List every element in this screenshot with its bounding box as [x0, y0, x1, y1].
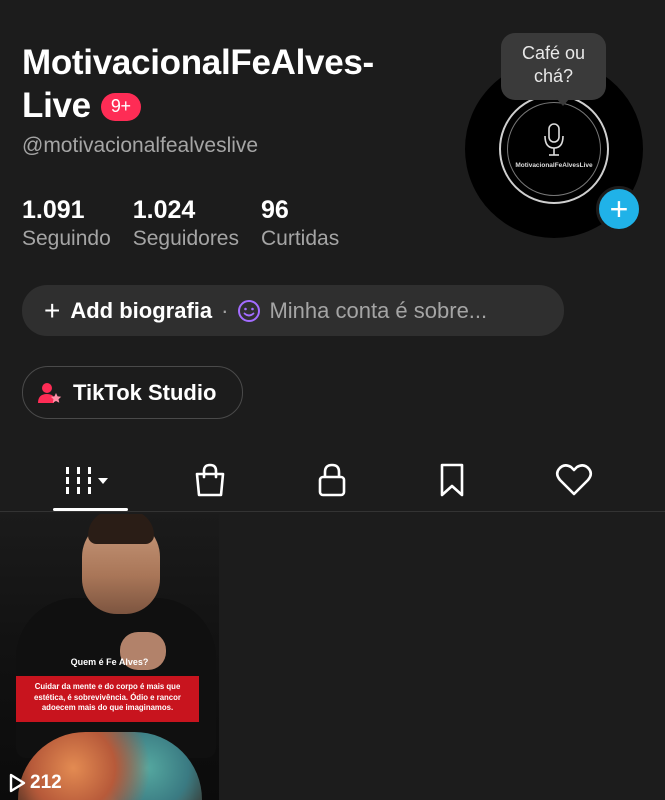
stat-followers-label: Seguidores — [132, 226, 239, 250]
microphone-icon — [544, 123, 564, 156]
note-bubble-tail — [556, 98, 570, 106]
active-tab-indicator — [53, 508, 128, 511]
videos-grid-icon — [65, 466, 108, 494]
tiktok-studio-label: TikTok Studio — [73, 379, 217, 405]
notification-badge[interactable]: 9+ — [100, 93, 141, 121]
tab-saved[interactable] — [422, 448, 482, 511]
video-person-hair — [88, 514, 154, 544]
tab-shop[interactable] — [180, 448, 240, 511]
video-views-count: 212 — [30, 772, 62, 793]
video-caption: Cuidar da mente e do corpo é mais que es… — [16, 676, 199, 722]
profile-name-line1: MotivacionalFeAlves- — [22, 43, 374, 82]
video-title: Quem é Fe Alves? — [70, 657, 149, 667]
profile-stats: 1.091 Seguindo 1.024 Seguidores 96 Curti… — [22, 196, 339, 251]
stat-likes[interactable]: 96 Curtidas — [261, 196, 339, 251]
play-icon — [9, 773, 26, 793]
profile-tabs — [0, 448, 665, 512]
bookmark-icon — [440, 463, 464, 496]
stat-followers-value: 1.024 — [132, 196, 196, 224]
profile-name-line2: Live — [22, 85, 91, 125]
plus-icon: + — [44, 294, 61, 326]
stat-following[interactable]: 1.091 Seguindo — [22, 196, 111, 251]
tab-liked[interactable] — [544, 448, 604, 511]
tab-private[interactable] — [302, 448, 362, 511]
stat-following-label: Seguindo — [22, 226, 111, 250]
stat-followers[interactable]: 1.024 Seguidores — [133, 196, 239, 251]
add-bio-button[interactable]: + Add biografia — [44, 294, 213, 326]
stat-following-value: 1.091 — [22, 196, 85, 224]
profile-name: MotivacionalFeAlves- Live 9+ — [22, 42, 374, 127]
avatar-caption: MotivacionalFeAlvesLive — [515, 162, 593, 169]
add-avatar-button[interactable]: + — [596, 186, 642, 232]
username: @motivacionalfealveslive — [22, 134, 259, 157]
add-bio-label: Add biografia — [70, 297, 213, 323]
video-thumbnail[interactable]: Quem é Fe Alves? Cuidar da mente e do co… — [0, 514, 219, 800]
shopping-bag-icon — [195, 463, 225, 496]
studio-icon — [38, 382, 62, 403]
bio-bar[interactable]: + Add biografia · Minha conta é sobre... — [22, 285, 564, 336]
heart-icon — [555, 463, 593, 495]
bio-hint: Minha conta é sobre... — [269, 297, 488, 323]
lock-icon — [318, 463, 346, 496]
note-bubble[interactable]: Café ou chá? — [501, 33, 606, 100]
profile-name-line2-row: Live 9+ — [22, 85, 374, 128]
smile-icon — [238, 299, 261, 322]
tab-videos[interactable] — [53, 448, 128, 511]
video-views: 212 — [8, 772, 62, 794]
plus-icon: + — [609, 191, 629, 227]
bio-separator: · — [221, 297, 229, 323]
stat-likes-value: 96 — [261, 196, 289, 224]
chevron-down-icon — [97, 477, 108, 484]
stat-likes-label: Curtidas — [261, 226, 340, 250]
tiktok-studio-button[interactable]: TikTok Studio — [22, 366, 243, 419]
